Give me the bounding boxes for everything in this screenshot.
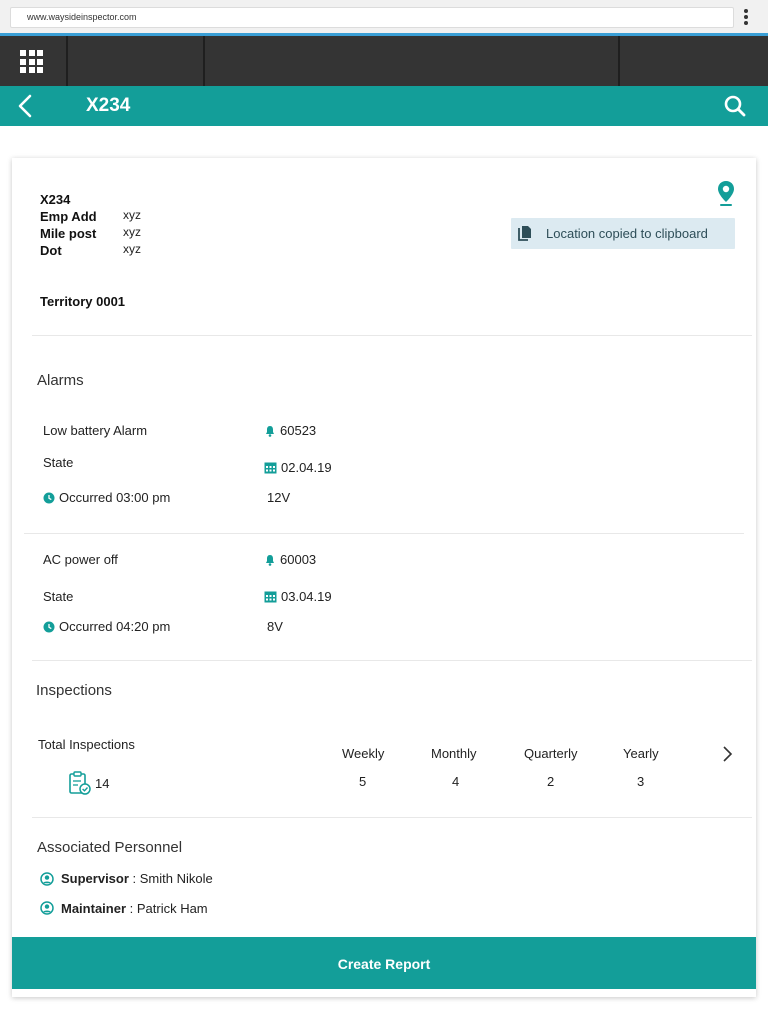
- asset-detail-card: X234 Emp Add xyz Mile post xyz Dot xyz L…: [12, 158, 756, 997]
- alarm-name: AC power off: [43, 552, 118, 567]
- person-icon: [40, 901, 54, 915]
- location-copied-notice: Location copied to clipboard: [511, 218, 735, 249]
- app-bar: X234: [0, 86, 768, 126]
- location-pin-icon[interactable]: [717, 180, 735, 207]
- period-label: Monthly: [431, 746, 477, 761]
- alarms-section-title: Alarms: [37, 372, 84, 389]
- divider: [32, 335, 752, 336]
- alarm-code: 60523: [280, 423, 317, 438]
- more-options-icon[interactable]: [742, 9, 750, 27]
- browser-bar: www.waysideinspector.com: [0, 0, 768, 34]
- inspections-section-title: Inspections: [36, 682, 112, 699]
- bell-icon: [265, 553, 275, 566]
- personnel-section-title: Associated Personnel: [37, 839, 183, 856]
- mile-post-label: Mile post: [40, 226, 97, 241]
- app-grid-icon[interactable]: [20, 50, 43, 73]
- period-label: Weekly: [342, 746, 385, 761]
- alarm-state-label: State: [43, 589, 74, 604]
- personnel-role: Supervisor: [61, 871, 129, 886]
- personnel-item: Maintainer : Patrick Ham: [61, 901, 208, 916]
- period-value: 5: [359, 774, 367, 789]
- create-report-button[interactable]: Create Report: [12, 937, 756, 989]
- copy-icon: [518, 225, 532, 242]
- personnel-item: Supervisor : Smith Nikole: [61, 871, 213, 886]
- personnel-name: : Patrick Ham: [126, 901, 208, 916]
- period-label: Yearly: [623, 746, 659, 761]
- alarm-occurred: Occurred 03:00 pm: [59, 490, 171, 505]
- period-value: 3: [637, 774, 645, 789]
- top-nav: [0, 36, 768, 86]
- nav-divider: [66, 36, 68, 86]
- emp-add-label: Emp Add: [40, 209, 97, 224]
- chevron-right-icon[interactable]: [721, 744, 735, 764]
- divider: [24, 533, 744, 534]
- alarm-date: 03.04.19: [281, 589, 332, 604]
- total-inspections-value: 14: [95, 776, 110, 791]
- period-label: Quarterly: [524, 746, 578, 761]
- person-icon: [40, 872, 54, 886]
- alarm-name: Low battery Alarm: [43, 423, 148, 438]
- divider: [32, 817, 752, 818]
- emp-add-value: xyz: [123, 208, 141, 222]
- period-value: 2: [547, 774, 555, 789]
- clipboard-notice-text: Location copied to clipboard: [546, 226, 708, 241]
- divider: [32, 660, 752, 661]
- territory-label: Territory 0001: [40, 294, 126, 309]
- nav-divider: [203, 36, 205, 86]
- personnel-role: Maintainer: [61, 901, 127, 916]
- alarm-code: 60003: [280, 552, 317, 567]
- bell-icon: [265, 424, 275, 437]
- search-icon[interactable]: [722, 94, 748, 118]
- dot-value: xyz: [123, 242, 141, 256]
- alarm-occurred: Occurred 04:20 pm: [59, 619, 171, 634]
- personnel-name: : Smith Nikole: [128, 871, 213, 886]
- alarm-voltage: 8V: [267, 619, 283, 634]
- asset-id: X234: [40, 192, 71, 207]
- clock-icon: [43, 620, 55, 633]
- back-arrow-icon[interactable]: [14, 94, 38, 118]
- alarm-state-label: State: [43, 455, 74, 470]
- dot-label: Dot: [40, 243, 62, 258]
- clock-icon: [43, 491, 55, 504]
- clipboard-check-icon: [68, 771, 92, 796]
- calendar-icon: [264, 461, 277, 474]
- period-value: 4: [452, 774, 460, 789]
- page-title: X234: [86, 95, 131, 116]
- total-inspections-label: Total Inspections: [38, 737, 135, 752]
- url-field[interactable]: www.waysideinspector.com: [10, 7, 734, 28]
- alarm-voltage: 12V: [267, 490, 291, 505]
- alarm-date: 02.04.19: [281, 460, 332, 475]
- calendar-icon: [264, 590, 277, 603]
- mile-post-value: xyz: [123, 225, 141, 239]
- nav-divider: [618, 36, 620, 86]
